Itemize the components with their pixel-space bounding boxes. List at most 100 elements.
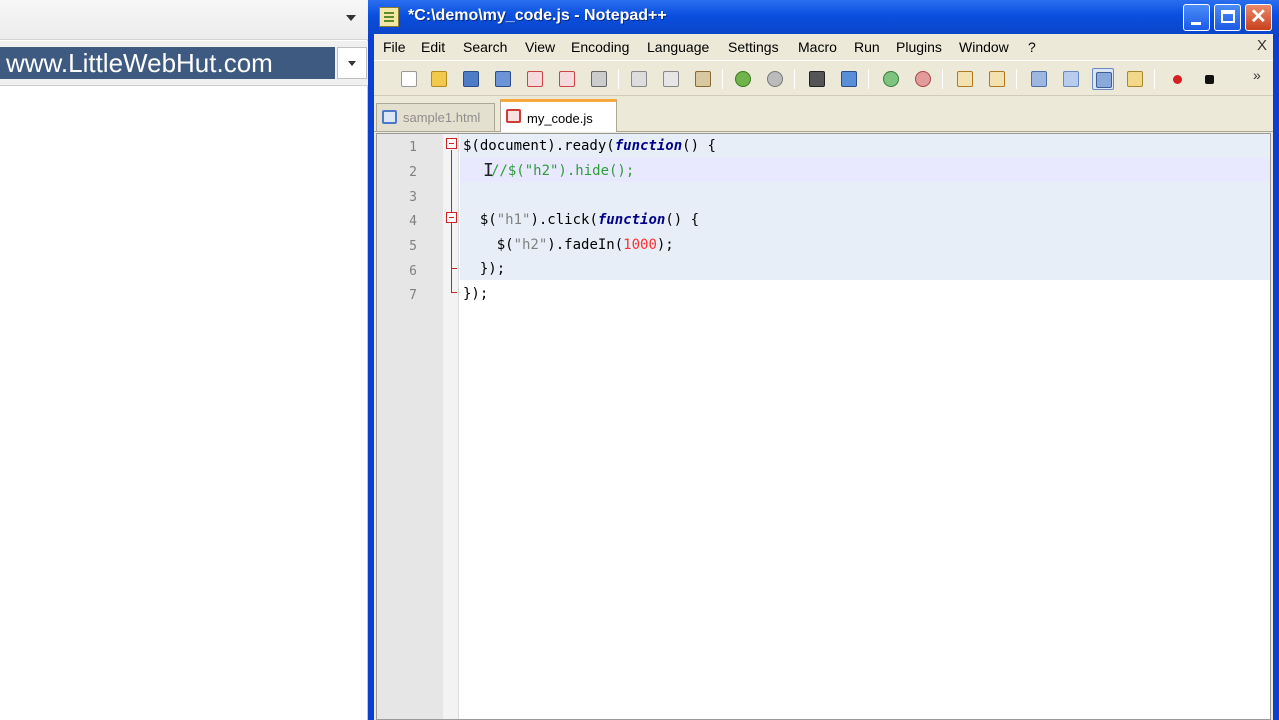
line-number: 7 (409, 288, 417, 303)
file-unsaved-icon (506, 109, 521, 123)
code-line-1: $(document).ready(function() { (463, 138, 716, 154)
menu-run[interactable]: Run (854, 39, 880, 55)
open-file-icon[interactable] (428, 68, 450, 90)
code-line-4: $("h1").click(function() { (463, 212, 700, 228)
notepadpp-window: *C:\demo\my_code.js - Notepad++ ✕ File E… (368, 0, 1279, 720)
zoom-in-icon[interactable] (880, 68, 902, 90)
menu-settings[interactable]: Settings (728, 39, 779, 55)
address-input[interactable]: www.LittleWebHut.com (0, 47, 335, 79)
fold-end-marker (451, 268, 457, 269)
menu-bar: File Edit Search View Encoding Language … (374, 34, 1273, 60)
toolbar-separator (794, 69, 795, 89)
sync-horizontal-icon[interactable] (986, 68, 1008, 90)
menu-view[interactable]: View (525, 39, 555, 55)
address-bar: www.LittleWebHut.com (0, 41, 368, 86)
window-title: *C:\demo\my_code.js - Notepad++ (408, 7, 667, 24)
fold-end-marker (451, 292, 457, 293)
minimize-icon (1191, 22, 1201, 25)
line-number: 4 (409, 214, 417, 229)
code-editor[interactable]: 1 2 3 4 5 6 7 $(document).ready(function… (376, 133, 1271, 720)
window-client-area: File Edit Search View Encoding Language … (374, 34, 1273, 720)
close-file-icon[interactable] (524, 68, 546, 90)
fold-collapse-icon[interactable] (446, 138, 457, 149)
address-dropdown-button[interactable] (337, 47, 367, 79)
show-all-chars-icon[interactable] (1060, 68, 1082, 90)
toolbar: » (374, 60, 1273, 96)
line-number: 1 (409, 140, 417, 155)
line-number: 2 (409, 165, 417, 180)
sync-vertical-icon[interactable] (954, 68, 976, 90)
minimize-button[interactable] (1183, 4, 1210, 31)
menu-file[interactable]: File (383, 39, 406, 55)
line-number-gutter: 1 2 3 4 5 6 7 (377, 134, 443, 719)
tab-bar: sample1.html my_code.js (374, 96, 1273, 132)
code-line-7: }); (463, 286, 489, 302)
menu-language[interactable]: Language (647, 39, 709, 55)
stop-macro-icon[interactable] (1198, 68, 1220, 90)
cut-icon[interactable] (628, 68, 650, 90)
title-bar[interactable]: *C:\demo\my_code.js - Notepad++ ✕ (368, 0, 1279, 34)
menu-encoding[interactable]: Encoding (571, 39, 629, 55)
line-number: 5 (409, 239, 417, 254)
tab-label: sample1.html (403, 110, 481, 125)
menu-edit[interactable]: Edit (421, 39, 445, 55)
line-number: 6 (409, 264, 417, 279)
save-icon[interactable] (460, 68, 482, 90)
undo-icon[interactable] (732, 68, 754, 90)
new-file-icon[interactable] (398, 68, 420, 90)
replace-icon[interactable] (838, 68, 860, 90)
maximize-button[interactable] (1214, 4, 1241, 31)
keyword: function (597, 212, 666, 228)
indent-guide-icon[interactable] (1092, 68, 1114, 90)
comment: //$("h2").hide(); (491, 163, 635, 179)
zoom-out-icon[interactable] (912, 68, 934, 90)
code-line-2: //$("h2").hide(); (491, 163, 634, 179)
chevron-down-icon (348, 61, 356, 66)
notepad-app-icon (379, 7, 399, 27)
toolbar-separator (868, 69, 869, 89)
text-cursor-icon: I (483, 160, 494, 181)
close-document-icon[interactable]: X (1257, 37, 1267, 54)
user-lang-icon[interactable] (1124, 68, 1146, 90)
line-highlight (460, 182, 1270, 280)
number: 1000 (623, 237, 657, 253)
browser-pane: www.LittleWebHut.com (0, 0, 368, 720)
fold-margin (443, 134, 459, 719)
record-macro-icon[interactable] (1166, 68, 1188, 90)
tab-my-code-js[interactable]: my_code.js (500, 99, 617, 132)
toolbar-separator (722, 69, 723, 89)
toolbar-separator (618, 69, 619, 89)
string: "h1" (496, 212, 531, 228)
code-line-6: }); (463, 261, 506, 277)
copy-icon[interactable] (660, 68, 682, 90)
close-window-button[interactable]: ✕ (1245, 4, 1272, 31)
menu-macro[interactable]: Macro (798, 39, 837, 55)
file-saved-icon (382, 110, 397, 124)
tab-label: my_code.js (527, 111, 593, 126)
word-wrap-icon[interactable] (1028, 68, 1050, 90)
paste-icon[interactable] (692, 68, 714, 90)
menu-window[interactable]: Window (959, 39, 1009, 55)
toolbar-separator (942, 69, 943, 89)
chevron-down-icon[interactable] (346, 15, 356, 21)
redo-icon[interactable] (764, 68, 786, 90)
menu-help[interactable]: ? (1028, 39, 1036, 55)
toolbar-overflow-icon[interactable]: » (1253, 67, 1261, 83)
save-all-icon[interactable] (492, 68, 514, 90)
menu-plugins[interactable]: Plugins (896, 39, 942, 55)
print-icon[interactable] (588, 68, 610, 90)
code-line-5: $("h2").fadeIn(1000); (463, 237, 674, 253)
toolbar-separator (1016, 69, 1017, 89)
string: "h2" (513, 237, 548, 253)
line-number: 3 (409, 190, 417, 205)
menu-search[interactable]: Search (463, 39, 507, 55)
toolbar-separator (1154, 69, 1155, 89)
browser-toolbar (0, 0, 368, 40)
fold-collapse-icon[interactable] (446, 212, 457, 223)
close-icon: ✕ (1250, 6, 1267, 28)
tab-sample1-html[interactable]: sample1.html (376, 103, 495, 131)
close-all-icon[interactable] (556, 68, 578, 90)
keyword: function (614, 138, 683, 154)
find-icon[interactable] (806, 68, 828, 90)
maximize-icon (1221, 10, 1235, 23)
